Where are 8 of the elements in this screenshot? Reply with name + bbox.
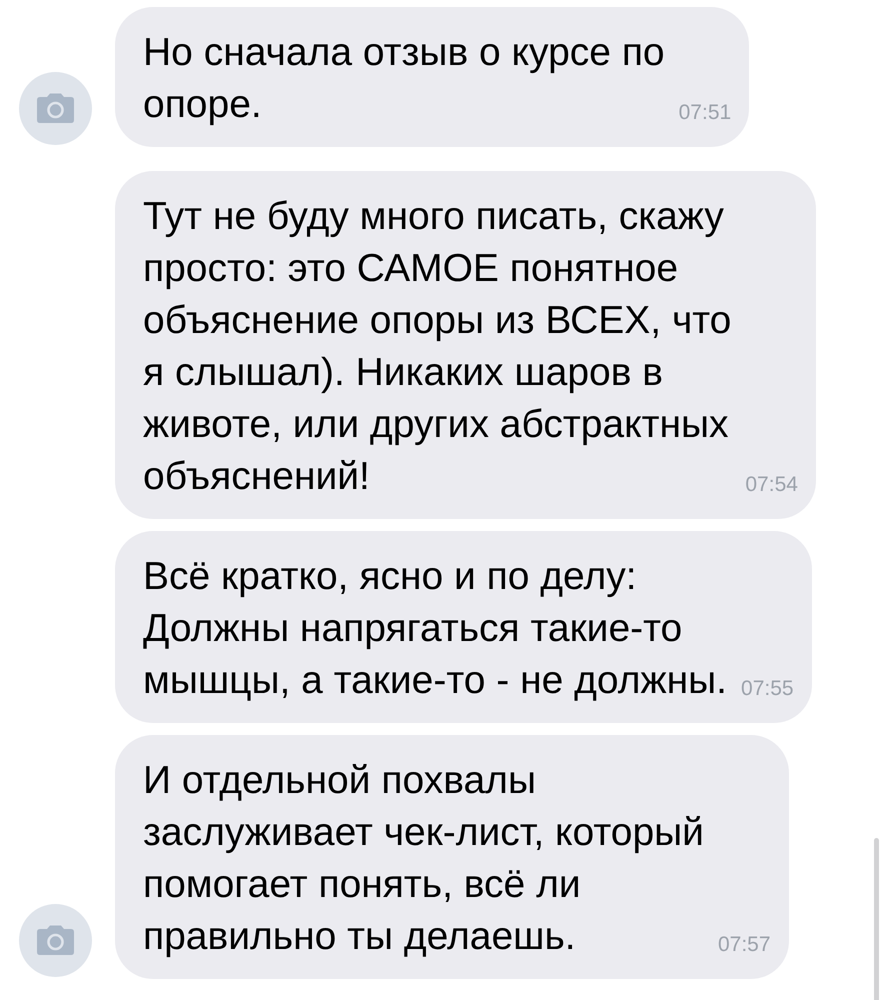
message-time: 07:51 [678,101,732,125]
message-text: Всё кратко, ясно и по делу: Должны напрягаться такие-то мышцы, а такие-то - не должны. [143,554,728,704]
message-text: Но сначала отзыв о курсе по опоре. [143,30,665,128]
message-time: 07:55 [741,677,794,701]
message-time: 07:57 [718,933,771,957]
message-text: И отдельной похвалы заслуживает чек-лист, который помогает понять, всё ли правильно ты делаешь. [143,758,704,960]
message-text: Тут не буду много писать, скажу просто: это САМОЕ понятное объяснение опоры из ВСЕХ, что я слышал). Никаких шаров в животе, или других абстрактных объяснений! [143,194,732,500]
message-time: 07:54 [745,473,798,497]
